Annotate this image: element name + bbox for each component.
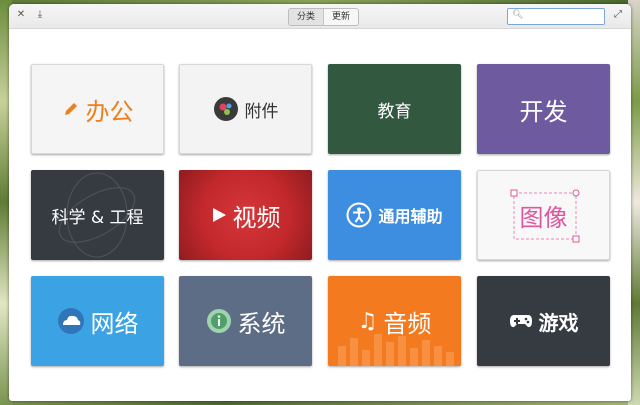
category-label: 办公 [85, 97, 134, 126]
category-label: 科学 & 工程 [51, 207, 144, 228]
category-tile-games[interactable]: 游戏 [477, 276, 610, 366]
category-label: 游戏 [538, 310, 579, 335]
category-tile-office[interactable]: 办公 [31, 64, 164, 154]
category-tile-science[interactable]: 科学 & 工程 [31, 170, 164, 260]
category-label: 图像 [519, 203, 568, 232]
category-tile-accessibility[interactable]: 通用辅助 [328, 170, 461, 260]
titlebar: ✕ ⤓ 分类 更新 🔍︎ ⤢ [9, 4, 631, 29]
app-center-window: ✕ ⤓ 分类 更新 🔍︎ ⤢ 办公 附件 教育 开发 科学 & 工程 视频 通用… [9, 4, 631, 401]
tab-categories[interactable]: 分类 [289, 9, 324, 25]
view-switcher: 分类 更新 [288, 8, 360, 26]
category-label: 网络 [90, 309, 139, 338]
category-label: 音频 [383, 309, 432, 338]
category-tile-accessories[interactable]: 附件 [179, 64, 312, 154]
accessibility-icon [346, 202, 372, 228]
music-note-icon: ♫ [357, 308, 378, 334]
category-label: 视频 [232, 203, 281, 232]
category-tile-development[interactable]: 开发 [477, 64, 610, 154]
accessories-icon [213, 97, 238, 121]
category-label: 通用辅助 [378, 207, 443, 226]
search-input[interactable] [524, 10, 600, 21]
gamepad-icon [509, 315, 532, 328]
category-tile-audio[interactable]: ♫ 音频 [328, 276, 461, 366]
category-label: 教育 [377, 101, 412, 122]
search-box[interactable]: 🔍︎ [507, 8, 605, 25]
category-tile-video[interactable]: 视频 [179, 170, 312, 260]
close-icon[interactable]: ✕ [14, 8, 28, 22]
search-icon: 🔍︎ [512, 10, 524, 20]
maximize-icon[interactable]: ⤢ [611, 8, 625, 22]
pencil-icon [64, 103, 77, 115]
download-icon[interactable]: ⤓ [33, 8, 47, 22]
category-tile-system[interactable]: 系统 [179, 276, 312, 366]
category-tile-graphics[interactable]: 图像 [477, 170, 610, 260]
category-label: 系统 [237, 309, 286, 338]
cloud-icon [57, 308, 84, 334]
category-tile-internet[interactable]: 网络 [31, 276, 164, 366]
play-icon [212, 208, 226, 222]
category-tile-education[interactable]: 教育 [328, 64, 461, 154]
category-label: 附件 [244, 101, 279, 122]
info-icon [206, 309, 231, 333]
tab-updates[interactable]: 更新 [323, 9, 358, 25]
category-label: 开发 [519, 97, 568, 126]
